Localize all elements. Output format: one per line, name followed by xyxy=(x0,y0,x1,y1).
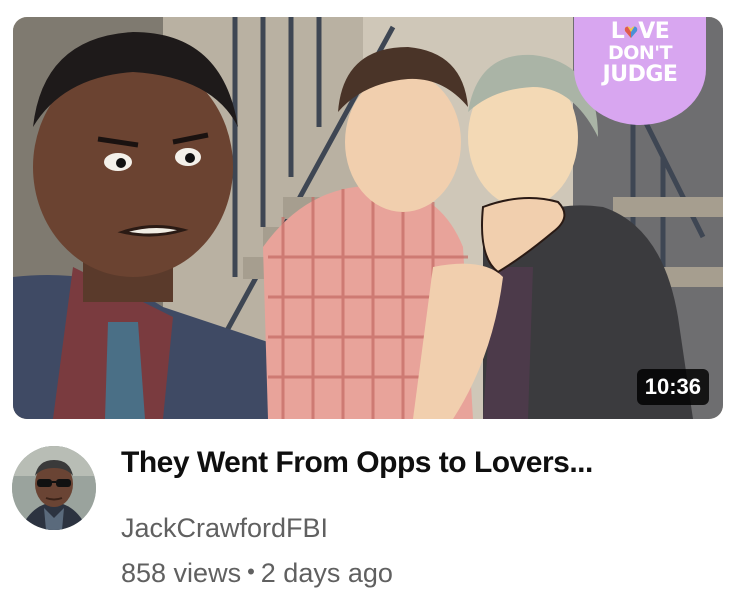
badge-letter: L xyxy=(610,19,625,44)
upload-age: 2 days ago xyxy=(260,558,393,588)
channel-name[interactable]: JackCrawfordFBI xyxy=(121,513,328,544)
badge-line-3: JUDGE xyxy=(602,62,678,87)
video-duration: 10:36 xyxy=(636,369,709,405)
rainbow-heart-icon xyxy=(625,26,638,38)
view-count: 858 views xyxy=(121,558,242,588)
channel-avatar[interactable] xyxy=(12,446,96,530)
badge-line-2: DON'T xyxy=(607,42,673,64)
video-thumbnail[interactable]: L VE DON'T JUDGE 10:36 xyxy=(13,17,723,419)
badge-line-1: VE xyxy=(638,19,670,44)
video-title[interactable]: They Went From Opps to Lovers... xyxy=(121,446,721,480)
love-dont-judge-badge: L VE DON'T JUDGE xyxy=(574,17,706,125)
channel-avatar-icon xyxy=(12,446,96,530)
meta-separator: • xyxy=(247,559,255,584)
video-meta: 858 views • 2 days ago xyxy=(121,558,393,589)
video-card[interactable]: L VE DON'T JUDGE 10:36 They Went From Opp… xyxy=(0,0,736,604)
